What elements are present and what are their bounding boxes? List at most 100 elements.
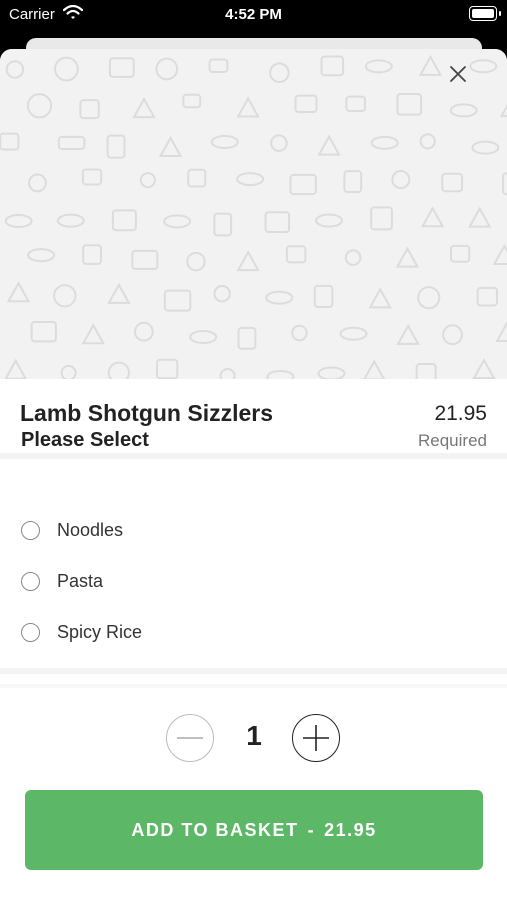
doodle-shape — [344, 249, 362, 266]
add-button-label: ADD TO BASKET — [131, 819, 299, 840]
doodle-shape — [189, 330, 218, 345]
doodle-shape — [291, 324, 308, 342]
doodle-shape — [27, 248, 56, 263]
close-button[interactable] — [449, 65, 479, 95]
doodle-shape — [219, 367, 236, 379]
doodle-shape — [236, 250, 260, 272]
doodle-shape — [213, 285, 231, 303]
section-divider — [0, 668, 507, 674]
item-detail-sheet: Lamb Shotgun Sizzlers 21.95 — [0, 49, 507, 900]
doodle-shape — [82, 244, 102, 265]
status-bar: Carrier 4:52 PM — [0, 0, 507, 30]
doodle-shape — [265, 290, 294, 305]
doodle-shape — [391, 170, 411, 190]
doodle-shape — [320, 55, 345, 77]
doodle-shape — [285, 245, 307, 264]
doodle-shape — [370, 135, 399, 150]
doodle-shape — [294, 94, 318, 113]
doodle-shape — [208, 58, 229, 73]
doodle-shape — [107, 361, 130, 379]
doodle-shape — [502, 172, 507, 196]
doodle-shape — [81, 168, 103, 186]
doodle-shape — [492, 243, 507, 266]
doodle-shape — [158, 135, 183, 157]
option-label: Pasta — [57, 570, 104, 591]
close-icon — [450, 66, 466, 82]
food-doodle-pattern — [0, 54, 507, 379]
add-button-separator: - — [307, 819, 316, 840]
doodle-shape — [53, 284, 77, 308]
doodle-shape — [449, 103, 478, 118]
section-divider — [0, 684, 507, 688]
doodle-shape — [420, 206, 445, 228]
doodle-shape — [131, 249, 159, 270]
doodle-shape — [313, 284, 334, 309]
doodle-shape — [60, 364, 77, 379]
doodle-shape — [345, 95, 367, 112]
doodle-shape — [363, 359, 386, 379]
item-name: Lamb Shotgun Sizzlers — [20, 400, 274, 426]
doodle-shape — [155, 57, 179, 81]
radio-button[interactable] — [21, 622, 40, 642]
doodle-shape — [395, 246, 420, 268]
doodle-shape — [139, 172, 156, 189]
doodle-shape — [81, 323, 105, 345]
doodle-shape — [163, 289, 192, 312]
item-price: 21.95 — [434, 402, 487, 425]
radio-button[interactable] — [21, 571, 40, 591]
doodle-shape — [266, 369, 295, 379]
doodle-shape — [317, 366, 346, 379]
add-to-basket-button[interactable]: ADD TO BASKET - 21.95 — [25, 790, 483, 870]
quantity-stepper: 1 — [0, 710, 507, 766]
doodle-shape — [4, 213, 33, 228]
doodle-shape — [339, 326, 368, 341]
doodle-shape — [396, 93, 423, 116]
doodle-shape — [210, 135, 239, 150]
add-button-price: 21.95 — [324, 819, 377, 840]
doodle-shape — [107, 282, 131, 304]
doodle-shape — [182, 93, 202, 109]
doodle-shape — [106, 134, 126, 159]
doodle-shape — [270, 134, 288, 152]
option-label: Noodles — [57, 519, 124, 540]
doodle-shape — [269, 62, 290, 83]
required-label: Required — [418, 431, 487, 450]
quantity-value: 1 — [246, 720, 262, 751]
minus-icon — [177, 737, 203, 739]
radio-button[interactable] — [21, 520, 40, 540]
option-noodles[interactable]: Noodles — [21, 515, 487, 545]
options-title: Please Select — [21, 429, 149, 451]
decrease-quantity-button[interactable] — [166, 714, 214, 762]
doodle-shape — [163, 214, 192, 229]
doodle-shape — [472, 358, 496, 379]
doodle-shape — [264, 211, 291, 234]
doodle-shape — [396, 323, 420, 345]
option-label: Spicy Rice — [57, 621, 143, 642]
clock: 4:52 PM — [225, 6, 282, 23]
doodle-shape — [6, 281, 31, 303]
doodle-shape — [28, 173, 47, 193]
doodle-shape — [368, 287, 392, 309]
plus-icon — [303, 725, 329, 751]
increase-quantity-button[interactable] — [292, 714, 340, 762]
doodle-shape — [476, 286, 498, 307]
doodle-shape — [155, 358, 179, 379]
doodle-shape — [236, 172, 265, 187]
doodle-shape — [343, 170, 363, 193]
item-image-placeholder — [0, 49, 507, 379]
doodle-shape — [415, 363, 437, 379]
option-pasta[interactable]: Pasta — [21, 566, 487, 596]
doodle-shape — [26, 93, 53, 119]
doodle-shape — [441, 172, 464, 193]
doodle-shape — [442, 324, 463, 346]
doodle-shape — [315, 213, 344, 228]
doodle-shape — [419, 133, 436, 150]
doodle-shape — [132, 97, 156, 119]
doodle-shape — [236, 96, 260, 118]
doodle-shape — [317, 134, 341, 156]
doodle-shape — [237, 326, 257, 350]
doodle-shape — [467, 206, 492, 228]
option-spicy-rice[interactable]: Spicy Rice — [21, 617, 487, 647]
doodle-shape — [289, 173, 317, 196]
doodle-shape — [54, 56, 79, 82]
